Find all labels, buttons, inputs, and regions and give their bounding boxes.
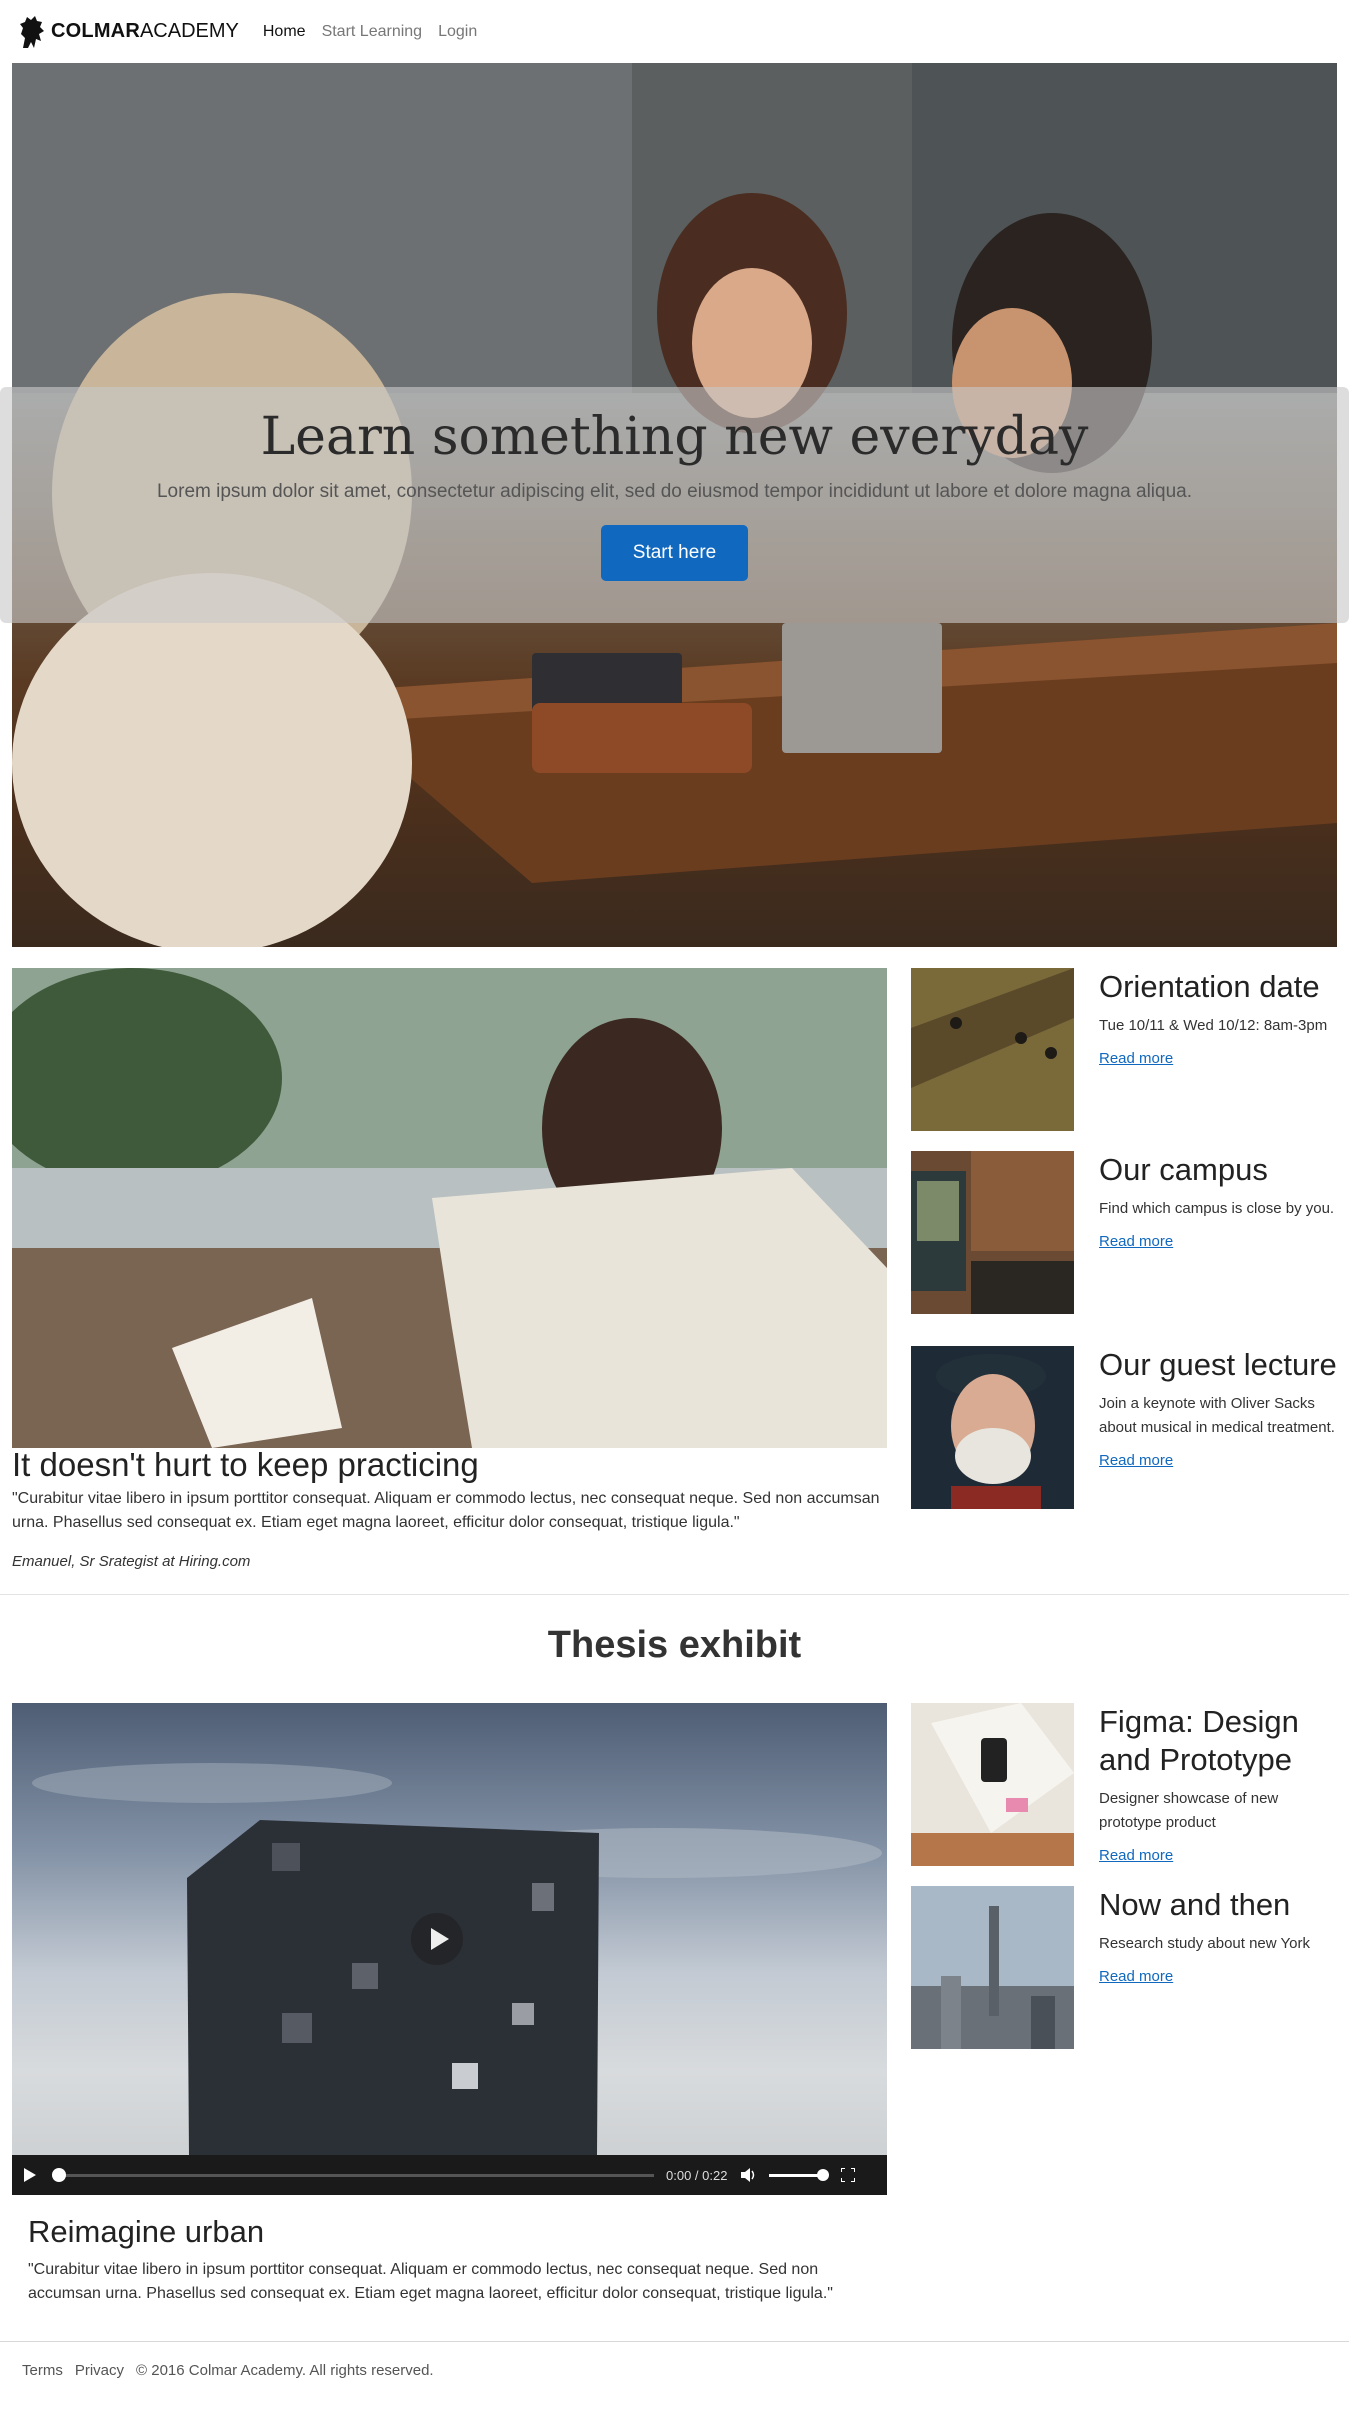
brand[interactable]: COLMAR ACADEMY [17,14,239,50]
start-here-button[interactable]: Start here [600,525,749,581]
brand-name-bold: COLMAR [51,20,140,42]
footer-terms-link[interactable]: Terms [22,2362,63,2379]
side-card-text: Find which campus is close by you. [1099,1200,1335,1217]
footer-privacy-link[interactable]: Privacy [75,2362,124,2379]
footer-copyright: © 2016 Colmar Academy. All rights reserv… [136,2362,434,2379]
side-card-text: Join a keynote with Oliver Sacks about m… [1099,1395,1335,1436]
side-card-title: Figma: Design and Prototype [1099,1704,1299,1777]
brand-name-light: ACADEMY [139,20,239,42]
new-york-thumbnail [911,1886,1074,2049]
nav-start-learning[interactable]: Start Learning [322,23,423,41]
feature-image [12,968,887,1448]
video-title: Reimagine urban [28,2214,265,2249]
read-more-link[interactable]: Read more [1099,1050,1173,1067]
play-icon[interactable] [24,2168,36,2182]
volume-knob[interactable] [817,2168,830,2181]
hero-banner: Learn something new everyday Lorem ipsum… [0,387,1349,623]
thesis-title: Thesis exhibit [547,1624,802,1666]
feature-author: Emanuel, Sr Srategist at Hiring.com [12,1553,251,1570]
volume-icon[interactable] [741,2168,757,2182]
feature-title: It doesn't hurt to keep practicing [12,1446,479,1483]
read-more-link[interactable]: Read more [1099,1968,1173,1985]
side-card-title: Now and then [1099,1887,1291,1922]
nav-home[interactable]: Home [263,23,306,41]
side-card-title: Orientation date [1099,969,1320,1004]
campus-thumbnail [911,1151,1074,1314]
nav-login[interactable]: Login [438,23,477,41]
video-player[interactable]: 0:00 / 0:22 [12,1703,887,2195]
video-progress-slider[interactable] [52,2167,654,2182]
fullscreen-icon[interactable] [841,2168,856,2182]
video-time: 0:00 / 0:22 [666,2167,728,2183]
video-play-overlay-icon[interactable] [411,1913,463,1965]
side-card-title: Our guest lecture [1099,1347,1337,1382]
section-divider [0,1594,1349,1595]
read-more-link[interactable]: Read more [1099,1847,1173,1864]
side-card-text: Research study about new York [1099,1935,1310,1952]
figma-thumbnail [911,1703,1074,1866]
lecture-thumbnail [911,1346,1074,1509]
feature-quote: "Curabitur vitae libero in ipsum porttit… [12,1490,880,1531]
hero-subtitle: Lorem ipsum dolor sit amet, consectetur … [156,481,1192,502]
orientation-thumbnail [911,968,1074,1131]
side-card-text: Designer showcase of new prototype produ… [1099,1790,1279,1831]
read-more-link[interactable]: Read more [1099,1452,1173,1469]
side-card-text: Tue 10/11 & Wed 10/12: 8am-3pm [1099,1017,1328,1034]
hero-title: Learn something new everyday [260,407,1089,467]
feature-photo [12,968,887,1448]
footer-divider [0,2341,1349,2342]
read-more-link[interactable]: Read more [1099,1233,1173,1250]
progress-knob[interactable] [52,2167,66,2182]
footer: Terms Privacy © 2016 Colmar Academy. All… [22,2362,446,2379]
volume-slider[interactable] [769,2168,830,2181]
video-controls: 0:00 / 0:22 [12,2155,887,2195]
navbar: COLMAR ACADEMY Home Start Learning Login [0,0,1349,63]
lion-logo-icon [20,15,44,48]
side-card-title: Our campus [1099,1152,1268,1187]
video-quote: "Curabitur vitae libero in ipsum porttit… [28,2261,833,2302]
